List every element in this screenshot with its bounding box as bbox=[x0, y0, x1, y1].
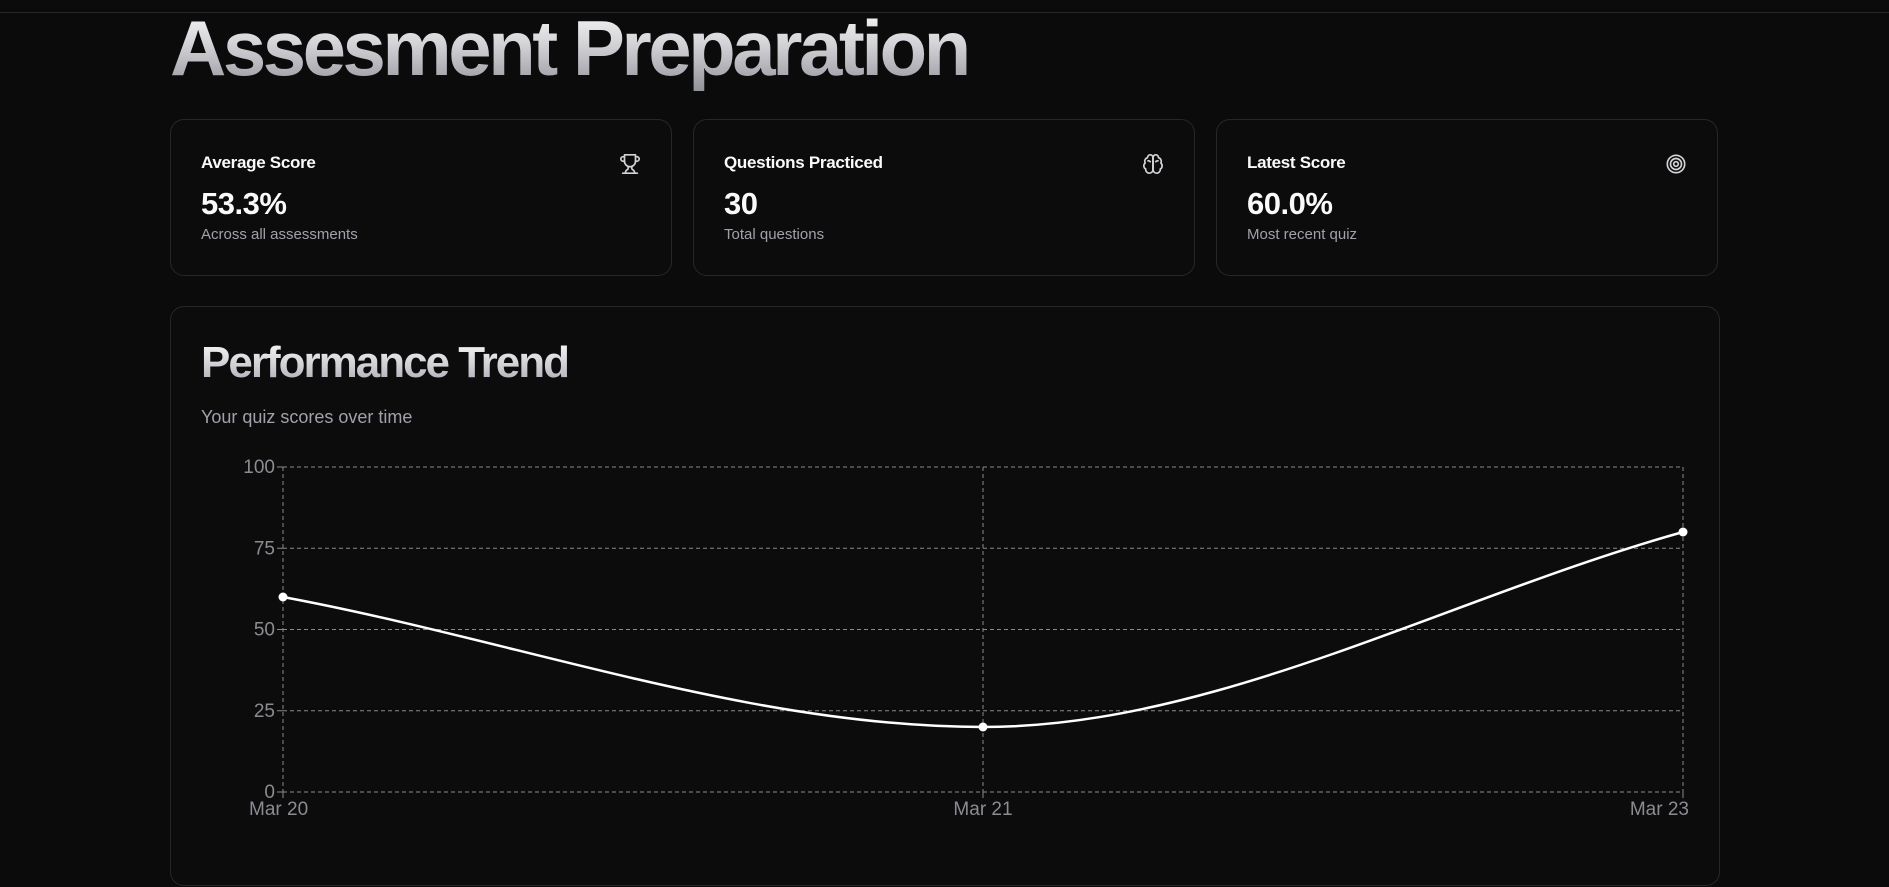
y-tick-label: 100 bbox=[243, 457, 275, 478]
performance-trend-card: Performance Trend Your quiz scores over … bbox=[170, 306, 1720, 886]
brain-icon bbox=[1142, 153, 1164, 175]
trophy-icon bbox=[619, 153, 641, 175]
data-point bbox=[978, 722, 988, 732]
stat-card-latest-score: Latest Score 60.0% Most recent quiz bbox=[1216, 119, 1718, 276]
page-title: Assesment Preparation bbox=[170, 4, 971, 92]
stat-subtitle: Across all assessments bbox=[201, 226, 358, 243]
stat-title: Average Score bbox=[201, 153, 316, 172]
performance-line-chart: 0255075100Mar 20 Mar 21 Mar 23 bbox=[243, 457, 1689, 820]
stat-card-average-score: Average Score 53.3% Across all assessmen… bbox=[170, 119, 672, 276]
stat-value: 60.0% bbox=[1247, 186, 1333, 221]
target-icon bbox=[1665, 153, 1687, 175]
stat-title: Latest Score bbox=[1247, 153, 1346, 172]
stat-value: 30 bbox=[724, 186, 758, 221]
stat-subtitle: Most recent quiz bbox=[1247, 226, 1358, 243]
y-tick-label: 25 bbox=[254, 701, 275, 722]
y-tick-label: 50 bbox=[254, 620, 275, 641]
y-tick-label: 75 bbox=[254, 538, 275, 559]
stat-value: 53.3% bbox=[201, 186, 287, 221]
stat-subtitle: Total questions bbox=[724, 226, 825, 243]
x-tick-label: Mar 23 bbox=[1630, 799, 1689, 820]
data-point bbox=[1678, 527, 1688, 537]
x-tick-label: Mar 21 bbox=[953, 799, 1012, 820]
stat-card-questions-practiced: Questions Practiced 30 Total questions bbox=[693, 119, 1195, 276]
stat-title: Questions Practiced bbox=[724, 153, 883, 172]
data-point bbox=[278, 592, 288, 602]
x-tick-label: Mar 20 bbox=[249, 799, 308, 820]
